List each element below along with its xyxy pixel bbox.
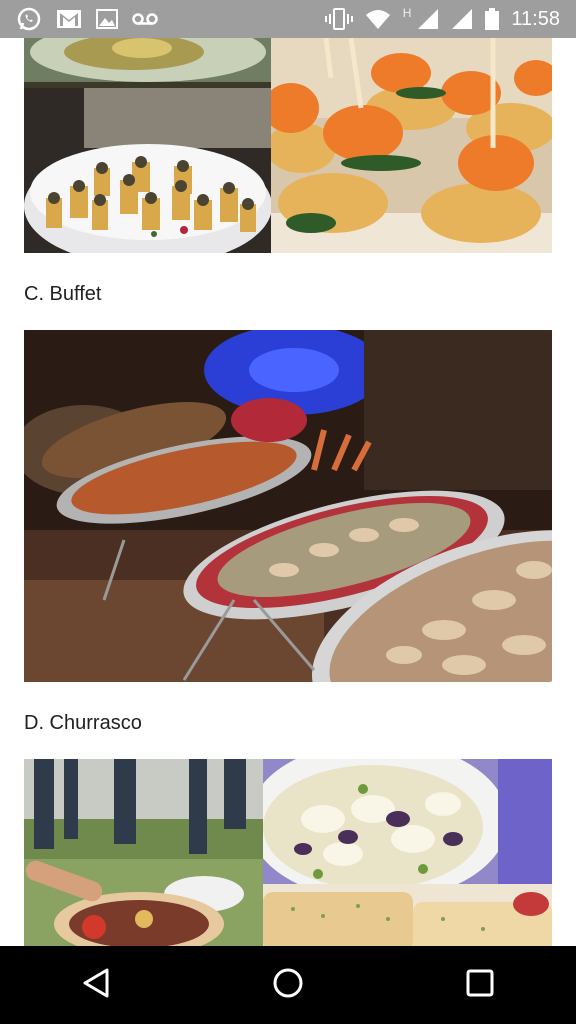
signal-icon xyxy=(451,8,473,30)
plated-appetizer-photo xyxy=(24,38,271,88)
section-label-churrasco: D. Churrasco xyxy=(24,712,142,734)
network-type-label: H xyxy=(402,6,412,20)
recents-icon xyxy=(466,969,494,1002)
back-icon xyxy=(81,967,111,1004)
navigation-bar xyxy=(0,946,576,1024)
signal-icon xyxy=(417,8,439,30)
status-time: 11:58 xyxy=(511,7,560,30)
voicemail-icon xyxy=(132,12,158,26)
gallery-icon xyxy=(96,9,118,29)
back-button[interactable] xyxy=(48,946,144,1024)
appetizer-cups-photo xyxy=(24,88,271,253)
whatsapp-icon xyxy=(16,6,42,32)
garlic-bread-photo xyxy=(263,884,552,946)
status-bar: H 11:58 xyxy=(0,0,576,38)
section-label-buffet: C. Buffet xyxy=(24,283,102,305)
gmail-icon xyxy=(56,9,82,29)
vibrate-icon xyxy=(324,7,353,31)
salad-bowl-photo xyxy=(263,759,552,884)
home-button[interactable] xyxy=(240,946,336,1024)
recents-button[interactable] xyxy=(432,946,528,1024)
wifi-icon xyxy=(365,8,391,30)
home-icon xyxy=(272,967,304,1004)
article-content[interactable]: C. Buffet D. Churrasco xyxy=(0,38,576,946)
churrasco-party-photo xyxy=(24,759,263,946)
shrimp-skewers-photo xyxy=(271,38,552,253)
buffet-trays-photo xyxy=(24,330,552,682)
battery-icon xyxy=(485,8,500,30)
